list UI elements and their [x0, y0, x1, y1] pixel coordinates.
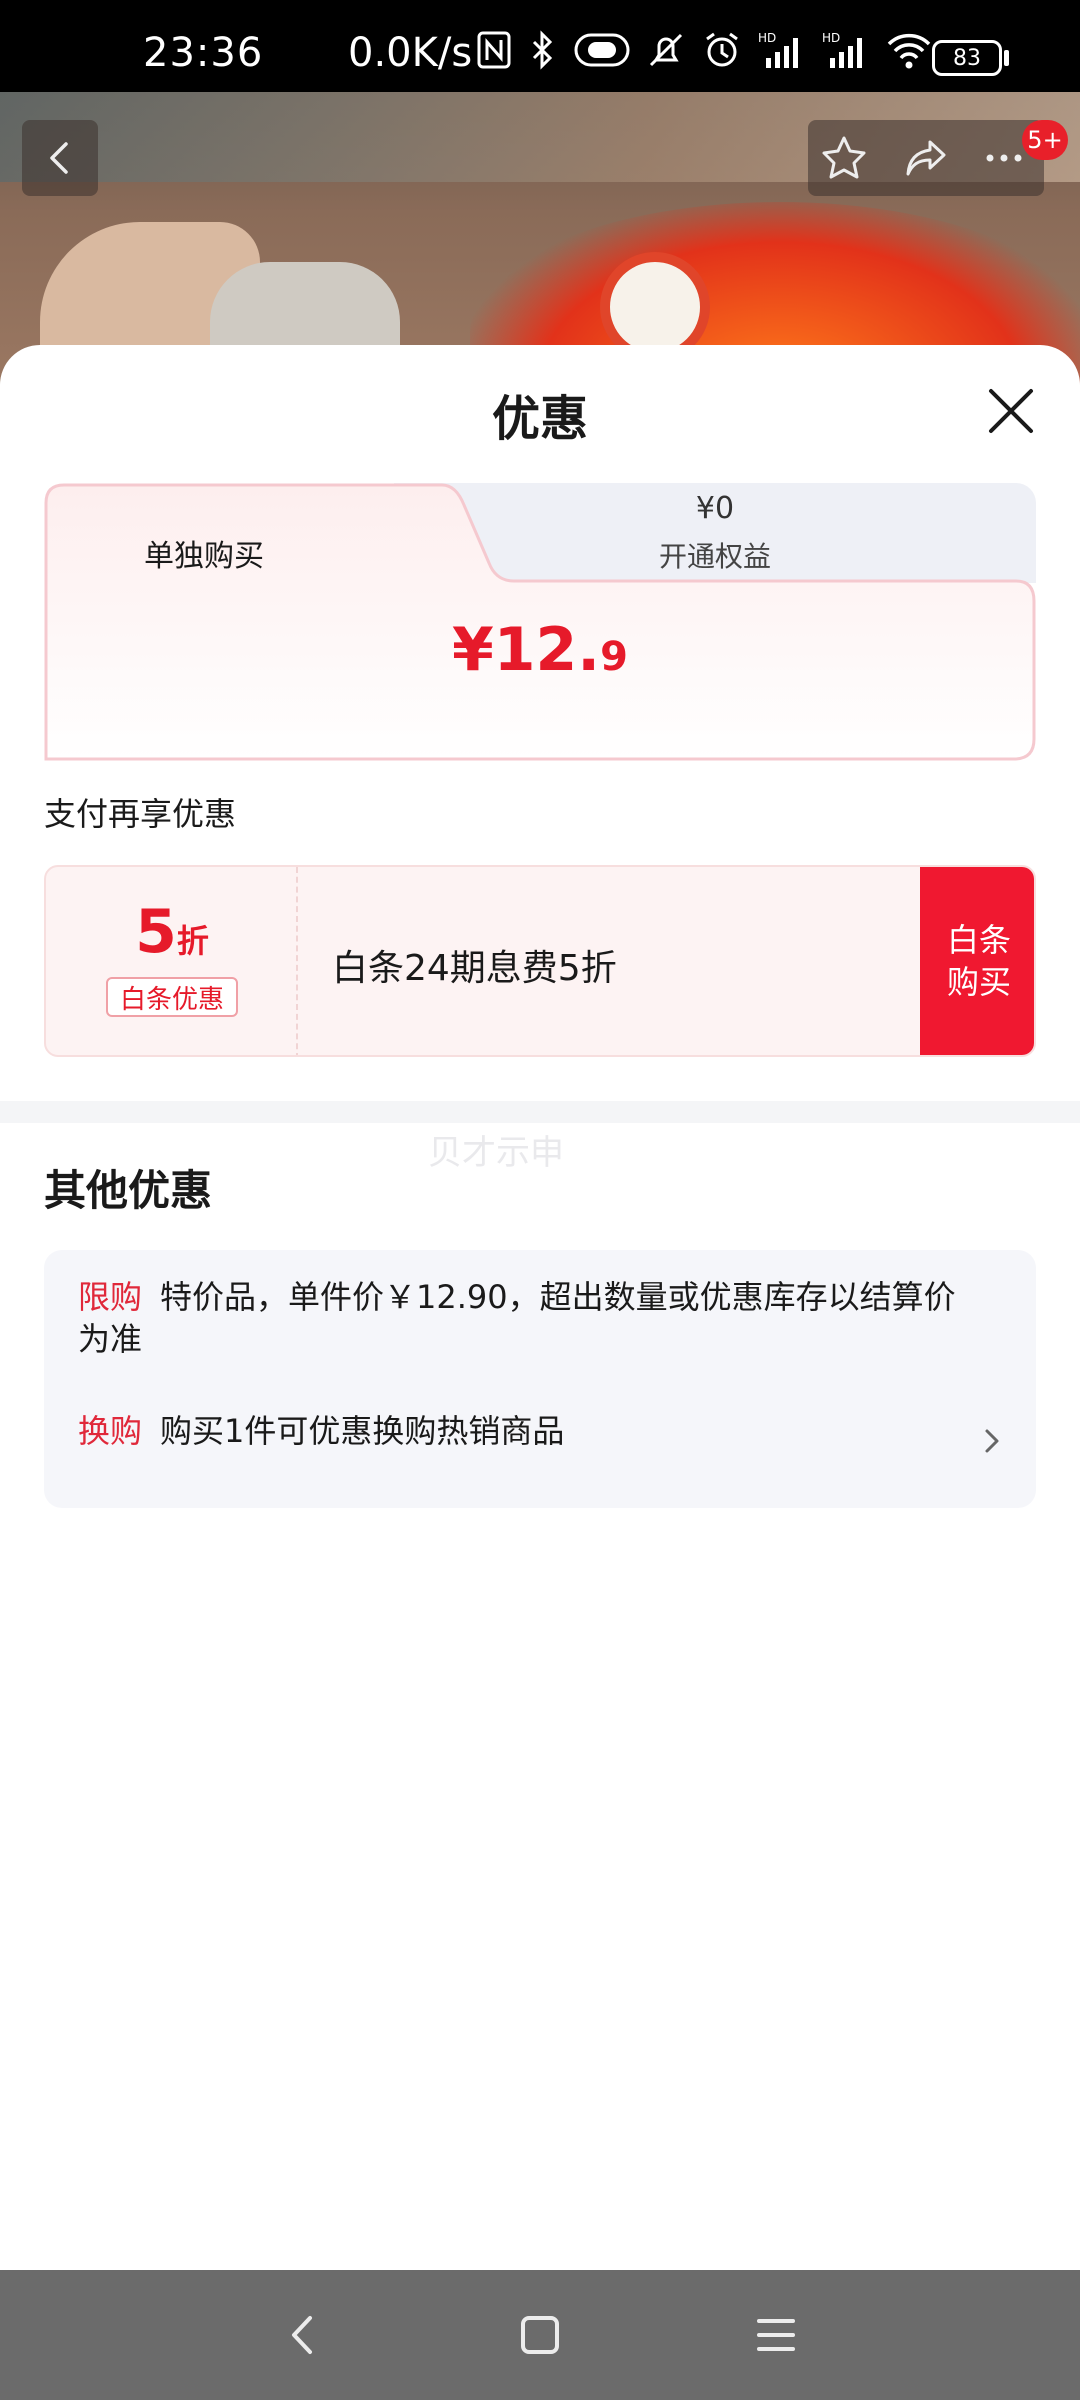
price-decimal: 9	[600, 634, 628, 680]
watermark: 贝才示申	[428, 1133, 564, 1173]
tab-single-purchase[interactable]: 单独购买	[44, 531, 364, 575]
price-tabs: ¥0 开通权益 单独购买	[44, 483, 1036, 761]
alarm-icon	[706, 32, 738, 67]
offer-tag: 换购	[78, 1412, 143, 1450]
promo-discount-area: 5折 白条优惠	[46, 867, 298, 1055]
nav-home-icon	[521, 2316, 559, 2354]
wifi-icon	[887, 33, 931, 69]
offer-text: 购买1件可优惠换购热销商品	[160, 1412, 565, 1450]
nfc-icon	[477, 31, 511, 69]
mute-icon	[649, 33, 683, 67]
nav-home-button[interactable]	[500, 2300, 580, 2370]
header-actions	[808, 120, 1044, 196]
status-icons: HD HD	[476, 28, 932, 72]
close-button[interactable]	[985, 385, 1037, 437]
offer-row-trade-in[interactable]: 换购 购买1件可优惠换购热销商品	[78, 1410, 978, 1452]
baitiao-promo-card[interactable]: 5折 白条优惠 白条24期息费5折 白条 购买	[44, 865, 1036, 1057]
toggle-icon	[574, 33, 630, 67]
star-icon[interactable]	[818, 132, 870, 184]
discount-number: 5	[135, 897, 177, 967]
baitiao-buy-button[interactable]: 白条 购买	[920, 867, 1034, 1055]
notification-badge: 5+	[1022, 120, 1068, 160]
nav-menu-icon	[757, 2319, 795, 2351]
battery-icon: 83	[932, 40, 1002, 76]
pay-section-label: 支付再享优惠	[44, 795, 237, 833]
promo-tag: 白条优惠	[106, 977, 238, 1017]
system-nav-bar	[0, 2270, 1080, 2400]
svg-text:HD: HD	[822, 31, 840, 45]
back-button[interactable]	[22, 120, 98, 196]
discount-sheet: 优惠 ¥0 开通权益 单独购买 ¥12.9 支付再享优惠 5折 白条优惠 白条2…	[0, 345, 1080, 2270]
final-price: ¥12.9	[44, 615, 1036, 685]
buy-button-line-2: 购买	[946, 963, 1011, 1001]
battery-level: 83	[953, 45, 981, 71]
buy-button-line-1: 白条	[946, 921, 1011, 959]
share-icon[interactable]	[900, 132, 952, 184]
promo-discount: 5折	[46, 897, 298, 967]
offer-tag: 限购	[78, 1278, 143, 1316]
sheet-title: 优惠	[491, 391, 588, 447]
offer-text: 特价品，单件价￥12.90，超出数量或优惠库存以结算价为准	[78, 1278, 956, 1358]
nav-menu-button[interactable]	[736, 2300, 816, 2370]
nav-back-button[interactable]	[262, 2300, 342, 2370]
other-offers-title: 其他优惠	[44, 1166, 213, 1215]
other-offers-card: 限购 特价品，单件价￥12.90，超出数量或优惠库存以结算价为准 换购 购买1件可优…	[44, 1250, 1036, 1508]
svg-text:HD: HD	[758, 31, 776, 45]
chevron-right-icon[interactable]	[982, 1426, 1002, 1456]
offer-row-purchase-limit: 限购 特价品，单件价￥12.90，超出数量或优惠库存以结算价为准	[78, 1276, 978, 1360]
signal-hd-icon: HD	[822, 31, 862, 68]
discount-unit: 折	[176, 922, 209, 960]
battery-tip	[1004, 50, 1009, 66]
nav-back-icon	[292, 2316, 312, 2354]
promo-description: 白条24期息费5折	[332, 948, 617, 989]
back-icon	[50, 142, 68, 174]
network-speed: 0.0K/s	[348, 30, 473, 76]
price-main: ¥12.	[452, 615, 601, 685]
signal-hd-icon: HD	[758, 31, 798, 68]
status-time: 23:36	[143, 30, 264, 76]
section-divider	[0, 1101, 1080, 1123]
status-bar: 23:36 0.0K/s HD HD 83	[0, 0, 1080, 92]
bluetooth-icon	[532, 30, 553, 70]
close-icon	[989, 389, 1033, 433]
